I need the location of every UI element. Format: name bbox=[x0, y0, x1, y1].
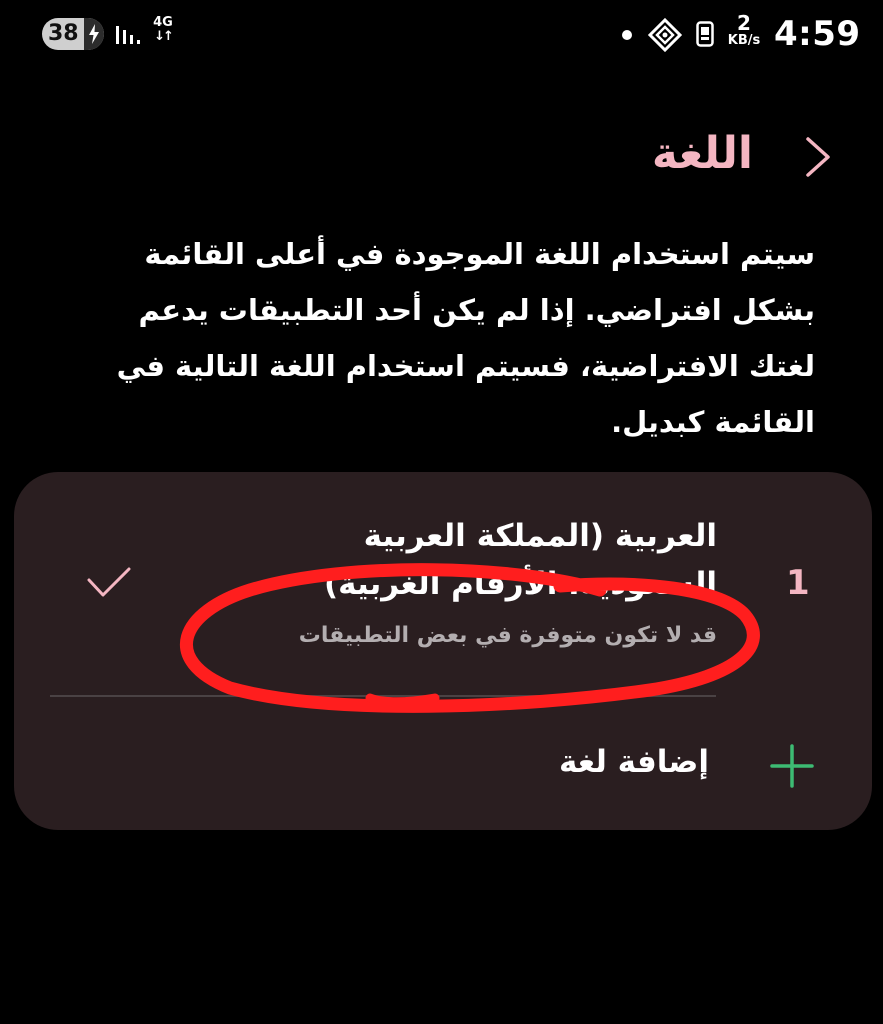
network-arrows: ↓↑ bbox=[154, 29, 174, 44]
page-title: اللغة bbox=[651, 128, 753, 179]
battery-level: 38 bbox=[48, 21, 79, 46]
language-item-note: قد لا تكون متوفرة في بعض التطبيقات bbox=[298, 623, 717, 648]
network-type-label: 4G bbox=[153, 15, 173, 30]
sim-icon bbox=[696, 21, 714, 51]
add-language-label: إضافة لغة bbox=[558, 744, 709, 780]
chevron-right-icon bbox=[806, 137, 830, 177]
dot-icon bbox=[622, 30, 632, 40]
battery-indicator: 38 bbox=[42, 18, 104, 50]
back-button[interactable] bbox=[800, 134, 836, 180]
network-speed-unit: KB/s bbox=[727, 33, 761, 48]
network-speed-value: 2 bbox=[737, 11, 751, 35]
add-language-button[interactable] bbox=[14, 698, 872, 830]
network-type: 4G ↓↑ bbox=[150, 16, 176, 44]
network-speed: 2 KB/s bbox=[726, 11, 762, 50]
status-clock: 4:59 bbox=[774, 14, 861, 54]
signal-icon bbox=[114, 20, 144, 50]
check-icon bbox=[86, 566, 132, 604]
language-item-name: العربية (المملكة العربية السعودية، الأرق… bbox=[324, 518, 717, 602]
language-description: سيتم استخدام اللغة الموجودة في أعلى القا… bbox=[116, 237, 815, 439]
divider bbox=[50, 695, 716, 697]
vpn-icon bbox=[647, 17, 683, 56]
language-item-index: 1 bbox=[786, 563, 810, 603]
status-bar: 38 4G ↓↑ 2 KB/s 4:59 bbox=[0, 0, 883, 70]
lightning-icon bbox=[84, 18, 104, 50]
plus-icon bbox=[770, 744, 814, 792]
